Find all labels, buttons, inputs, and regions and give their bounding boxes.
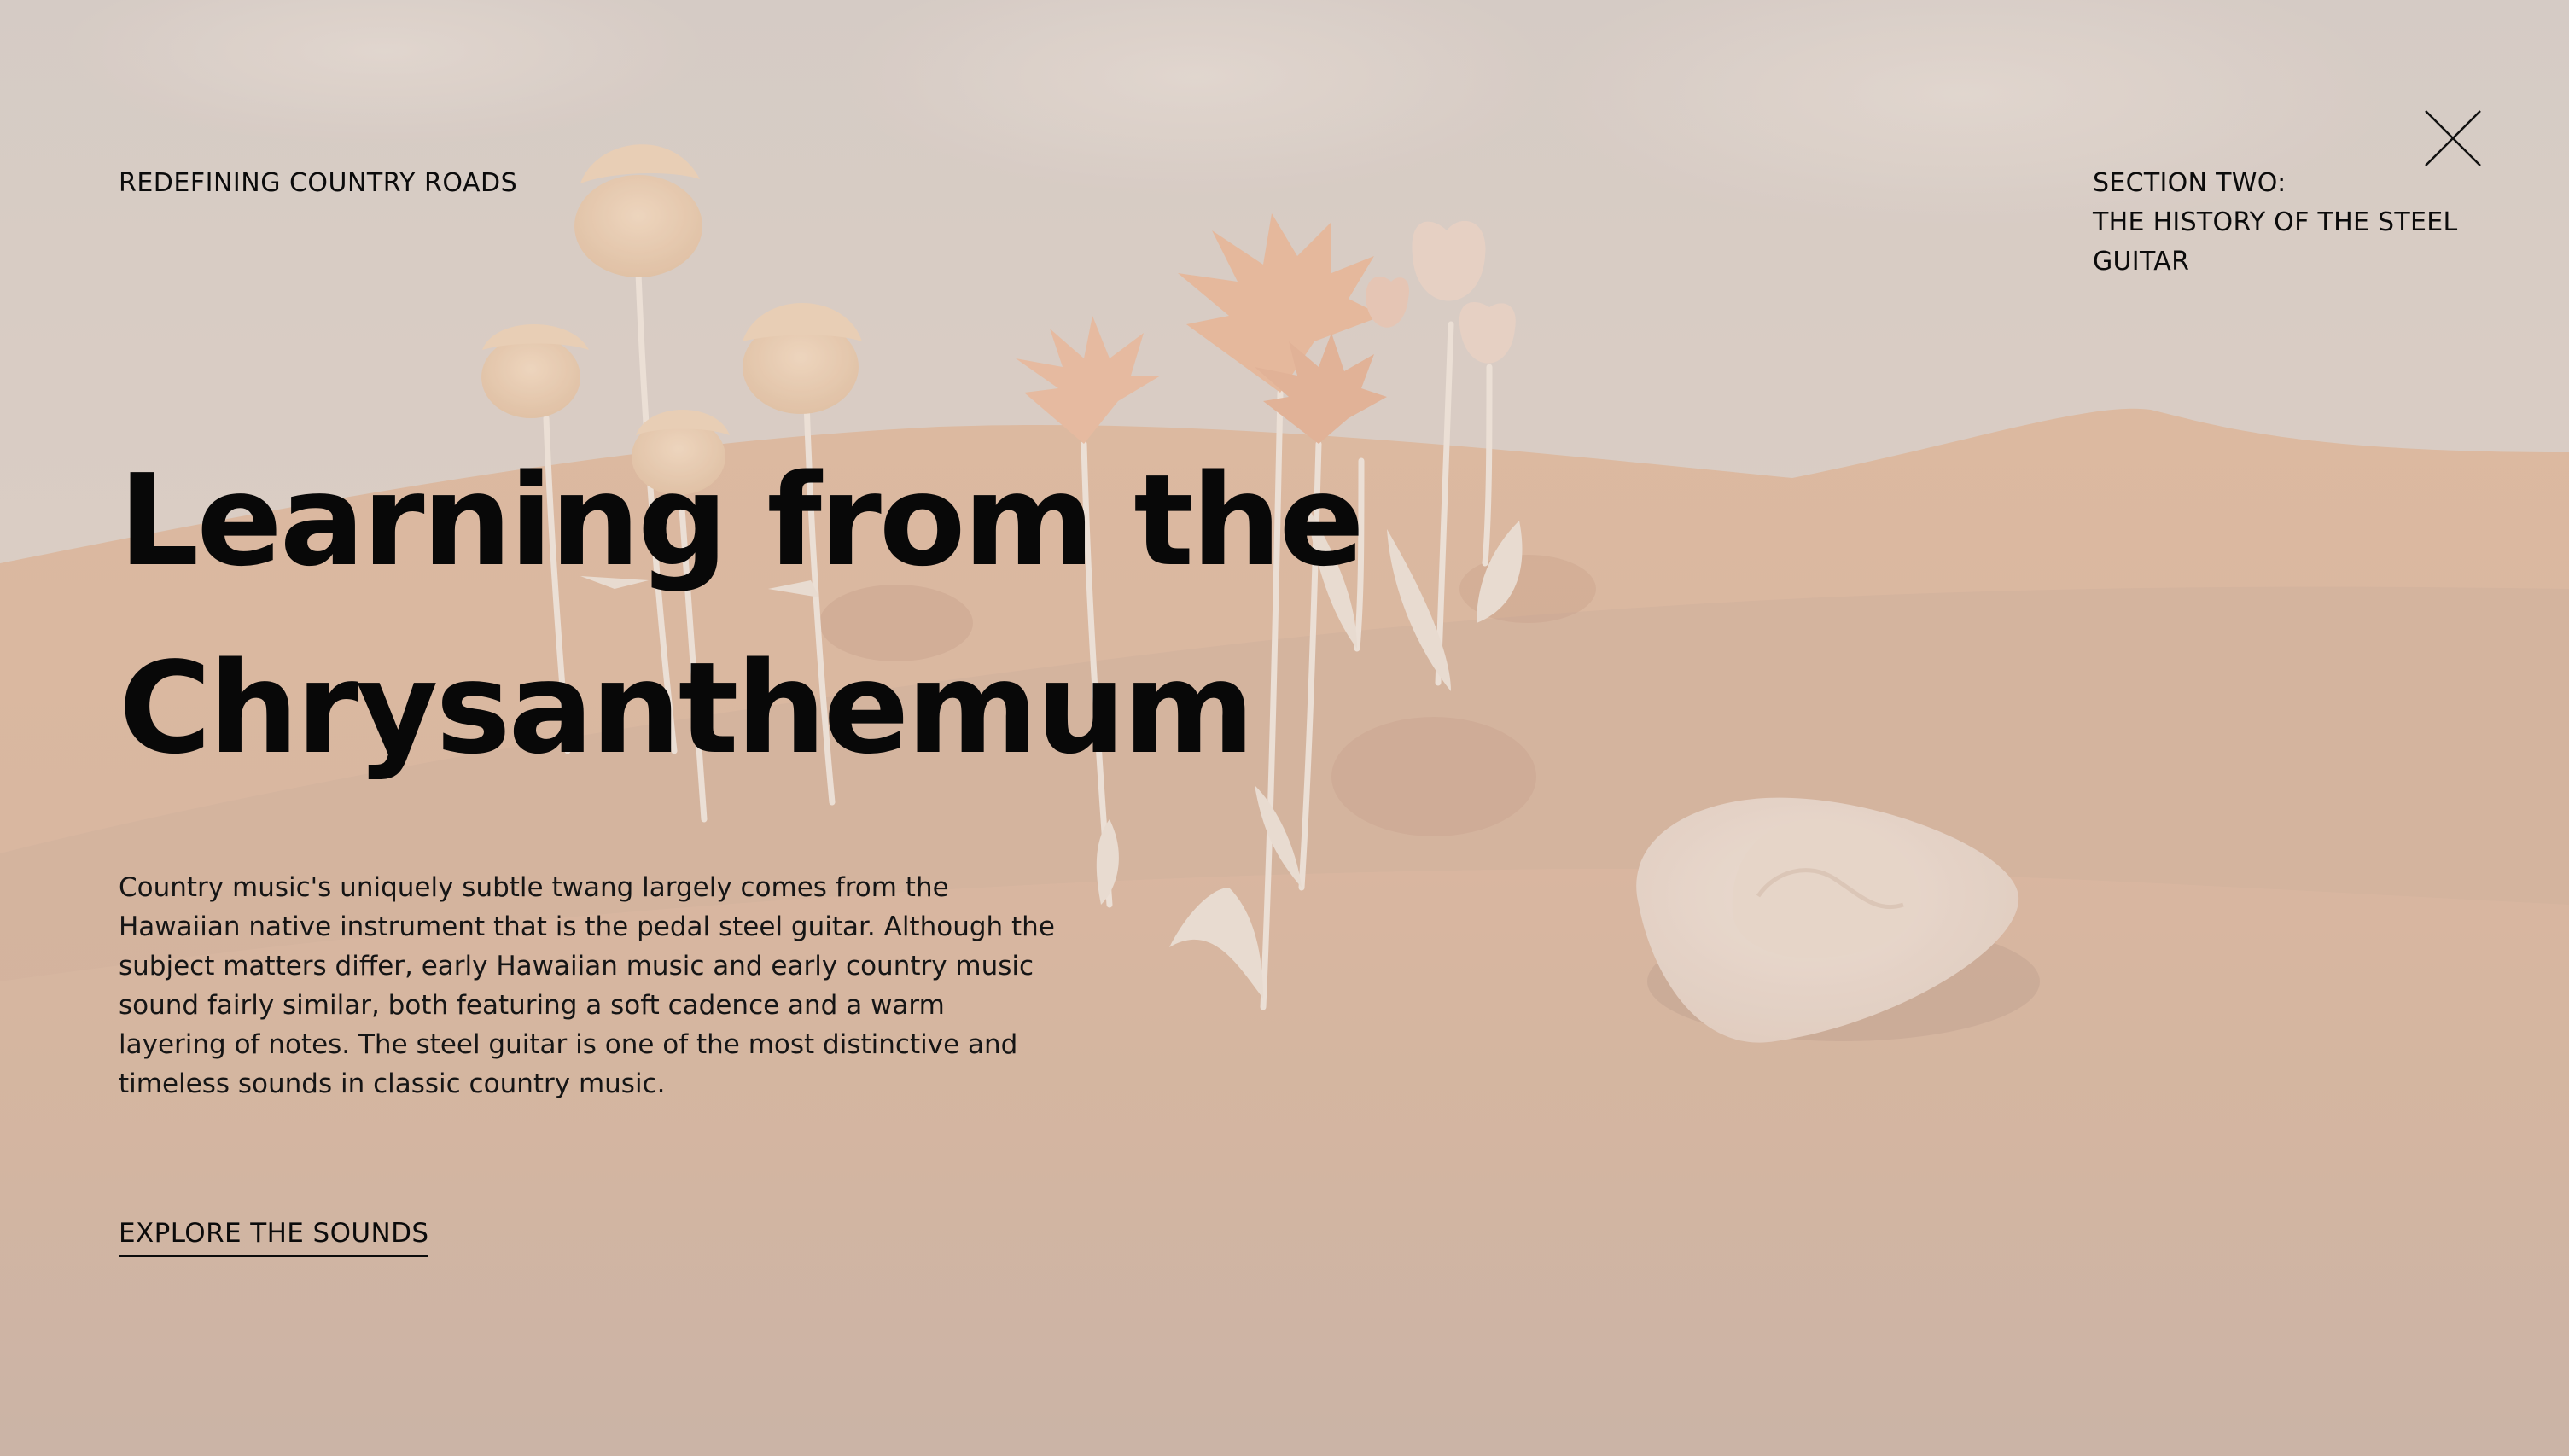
site-title[interactable]: REDEFINING COUNTRY ROADS: [119, 164, 517, 203]
hero-title-line: Chrysanthemum: [119, 635, 1255, 782]
hero-title-line: Learning from the: [119, 447, 1365, 594]
close-button[interactable]: [2420, 106, 2485, 171]
section-label-line: GUITAR: [2093, 247, 2190, 277]
hero-title: Learning from the Chrysanthemum: [119, 427, 1365, 802]
hero-description: Country music's uniquely subtle twang la…: [119, 872, 1055, 1099]
section-label: SECTION TWO: THE HISTORY OF THE STEEL GU…: [2093, 164, 2468, 282]
section-label-line: THE HISTORY OF THE STEEL: [2093, 207, 2458, 237]
explore-sounds-link[interactable]: EXPLORE THE SOUNDS: [119, 1214, 429, 1257]
section-label-line: SECTION TWO:: [2093, 168, 2286, 198]
close-x-icon: [2425, 110, 2481, 166]
